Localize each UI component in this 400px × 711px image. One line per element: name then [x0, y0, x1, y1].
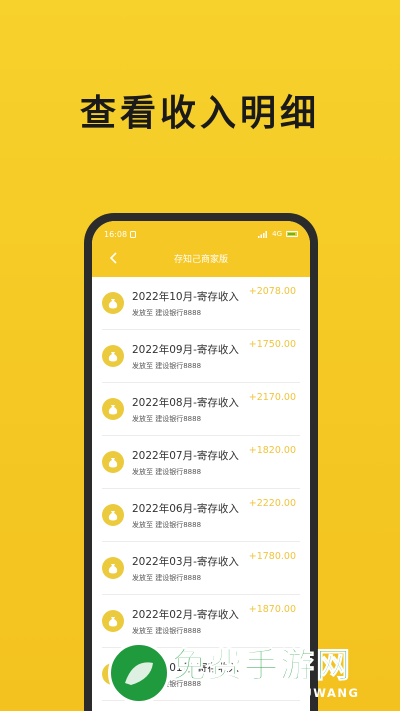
row-subtitle: 发放至 建设银行8888 — [132, 573, 202, 582]
sim-icon — [130, 230, 137, 238]
watermark-subtext: MIANFEISHOUYOUWANG — [174, 686, 360, 700]
income-row[interactable]: 2022年06月-寄存收入 发放至 建设银行8888 +2220.00 — [102, 489, 300, 542]
money-bag-icon — [102, 610, 124, 632]
row-subtitle: 发放至 建设银行8888 — [132, 414, 202, 423]
money-bag-icon — [102, 292, 124, 314]
money-bag-icon — [102, 557, 124, 579]
row-subtitle: 发放至 建设银行8888 — [132, 520, 202, 529]
money-bag-icon — [102, 504, 124, 526]
money-bag-icon — [102, 398, 124, 420]
signal-icon — [258, 230, 268, 238]
income-row[interactable]: 2022年10月-寄存收入 发放至 建设银行8888 +2078.00 — [102, 277, 300, 330]
network-type: 4G — [272, 230, 282, 238]
promo-title: 查看收入明细 — [79, 93, 320, 134]
money-bag-icon — [102, 345, 124, 367]
row-amount: +1870.00 — [248, 604, 296, 615]
money-bag-icon — [102, 451, 124, 473]
row-amount: +2078.00 — [248, 286, 296, 297]
row-amount: +2220.00 — [248, 498, 296, 509]
watermark-text: 免费手游网 — [172, 646, 352, 687]
row-amount: +1780.00 — [248, 551, 296, 562]
watermark: 免费手游网 MIANFEISHOUYOUWANG — [108, 634, 400, 711]
income-row[interactable]: 2022年08月-寄存收入 发放至 建设银行8888 +2170.00 — [102, 383, 300, 436]
row-amount: +1750.00 — [248, 339, 296, 350]
page-title: 存知己商家版 — [173, 254, 228, 265]
row-subtitle: 发放至 建设银行8888 — [132, 467, 202, 476]
row-subtitle: 发放至 建设银行8888 — [132, 361, 202, 370]
nav-bar: 存知己商家版 — [104, 243, 298, 273]
income-row[interactable]: 2022年07月-寄存收入 发放至 建设银行8888 +1820.00 — [102, 436, 300, 489]
income-row[interactable]: 2022年09月-寄存收入 发放至 建设银行8888 +1750.00 — [102, 330, 300, 383]
back-icon[interactable] — [104, 249, 122, 267]
income-row[interactable]: 2022年03月-寄存收入 发放至 建设银行8888 +1780.00 — [102, 542, 300, 595]
row-amount: +1820.00 — [248, 445, 296, 456]
battery-icon — [286, 231, 298, 237]
row-amount: +2170.00 — [248, 392, 296, 403]
watermark-logo — [108, 642, 170, 704]
row-subtitle: 发放至 建设银行8888 — [132, 308, 202, 317]
app-header: 16:08 4G 存知己商家版 — [92, 221, 310, 277]
status-bar: 16:08 4G — [104, 221, 298, 243]
status-time: 16:08 — [104, 229, 128, 239]
